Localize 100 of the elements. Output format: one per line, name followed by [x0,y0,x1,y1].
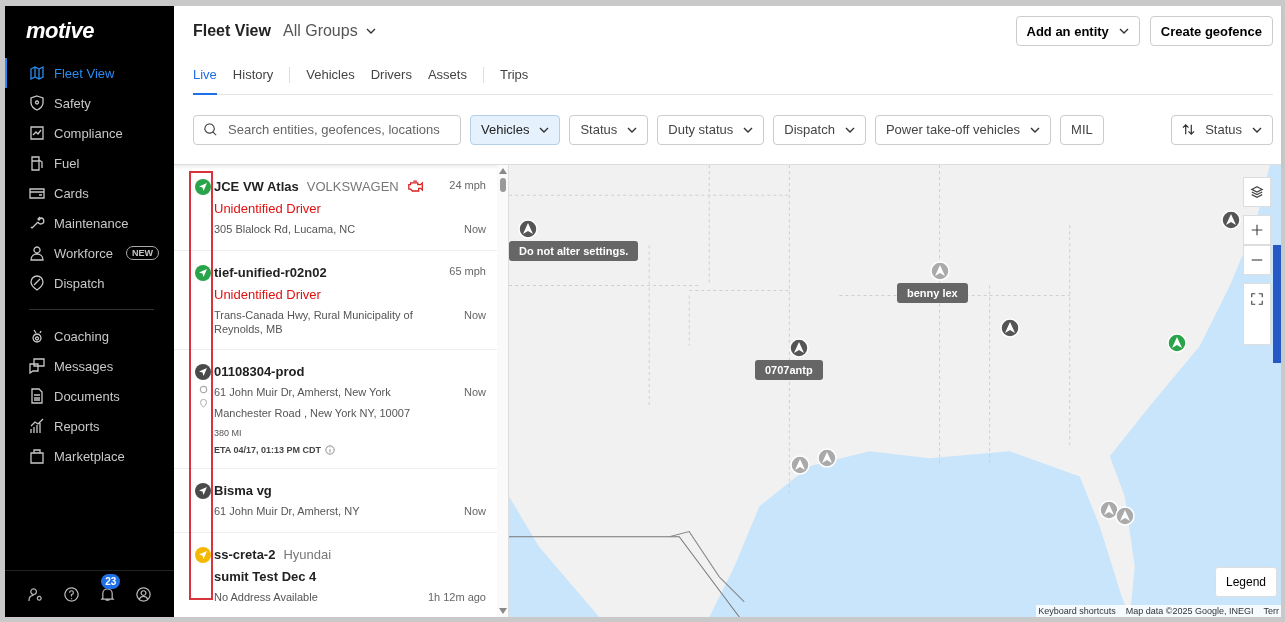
search-field[interactable]: Search entities, geofences, locations [193,114,461,145]
vehicle-name: JCE VW Atlas [214,179,299,194]
vehicle-name: 01108304-prod [214,364,305,380]
filter-dropdown[interactable]: Status [569,114,649,145]
fuel-pump-icon [29,155,45,171]
caret-icon [1118,28,1129,34]
scrollbar-thumb[interactable] [499,178,506,192]
sidebar-item[interactable]: Marketplace [5,441,174,471]
coaching-icon [29,328,45,344]
vehicle-marker[interactable] [930,261,950,281]
minus-icon [1251,259,1263,261]
vehicle-name: tief-unified-r02n02 [214,264,327,280]
caret-icon [1030,126,1041,133]
sidebar-item[interactable]: Maintenance [5,208,174,238]
vehicle-label: benny lex [897,283,968,303]
map-attribution[interactable]: Keyboard shortcuts [1038,606,1116,616]
vehicle-name: Bisma vg [214,482,272,498]
layers-icon [1251,186,1264,198]
last-update-time: Now [464,223,486,235]
last-update-time: Now [464,504,486,517]
scrollbar[interactable] [497,165,508,617]
driver-name: Unidentified Driver [214,201,322,216]
user-settings-icon[interactable] [27,586,43,602]
tab[interactable]: Trips [499,56,529,95]
vehicle-marker[interactable] [1115,506,1135,526]
sidebar-item[interactable]: Coaching [5,321,174,351]
pin-icon [198,399,208,409]
sidebar-item[interactable]: Fuel [5,148,174,178]
sidebar-item[interactable]: Dispatch [5,268,174,298]
fullscreen-button[interactable] [1243,283,1271,345]
speed: 65 mph [449,264,486,277]
caret-icon [743,126,754,133]
scroll-down-icon[interactable] [498,608,507,614]
scroll-up-icon[interactable] [498,168,507,174]
bag-icon [29,448,45,464]
sidebar-item[interactable]: Compliance [5,118,174,148]
bell-icon[interactable] [100,586,116,602]
person-icon [29,245,45,261]
tab[interactable]: History [232,56,274,95]
sidebar-item[interactable]: Messages [5,351,174,381]
messages-icon [29,358,45,374]
driver-name: Unidentified Driver [214,286,322,302]
layers-button[interactable] [1243,177,1271,207]
vehicle-marker[interactable] [789,338,809,358]
logo: motive [25,17,95,45]
plus-icon [1251,224,1263,236]
tab[interactable]: Drivers [370,56,412,95]
search-icon [203,122,218,137]
sidebar-item[interactable]: Cards [5,178,174,208]
distance: 380 MI [214,427,243,438]
filter-dropdown[interactable]: Dispatch [773,114,866,145]
filter-dropdown[interactable]: Vehicles [470,114,561,145]
vehicle-make: Hyundai [283,546,332,562]
group-selector[interactable]: All Groups [282,22,376,40]
filter-dropdown[interactable]: Power take-off vehicles [874,114,1052,145]
tab[interactable]: Assets [427,56,467,95]
page-title: Fleet View [193,22,271,40]
caret-icon [627,126,638,133]
caret-icon [844,126,855,133]
vehicle-marker[interactable] [1167,333,1187,353]
address: 61 John Muir Dr, Amherst, New York [214,386,391,400]
sidebar-item[interactable]: Workforce NEW [5,238,174,268]
sidebar-item[interactable]: Reports [5,411,174,441]
driver-name: sumit Test Dec 4 [214,568,318,584]
tab[interactable]: Live [193,56,217,95]
vehicle-marker[interactable] [1000,318,1020,338]
filter-dropdown[interactable]: MIL [1060,114,1104,145]
help-icon[interactable] [63,586,79,602]
add-entity-button[interactable]: Add an entity [1015,16,1140,46]
caret-icon [1252,126,1262,133]
sidebar-item[interactable]: Safety [5,88,174,118]
vehicle-marker[interactable] [1221,210,1241,230]
chart-icon [29,125,45,141]
last-update-time: Now [464,308,486,321]
map-attribution[interactable]: Map data ©2025 Google, INEGI [1125,606,1254,616]
shield-icon [29,95,45,111]
address: Trans-Canada Hwy, Rural Municipality of Reynolds, MB [214,308,414,337]
map-attribution[interactable]: Terr [1263,606,1279,616]
vehicle-marker[interactable] [518,219,538,239]
zoom-out-button[interactable] [1243,245,1271,275]
account-icon[interactable] [136,586,152,602]
sort-dropdown[interactable]: Status [1171,114,1273,145]
vehicle-marker[interactable] [817,448,837,468]
vehicle-marker[interactable] [790,455,810,475]
card-icon [29,185,45,201]
origin-icon [198,385,208,395]
last-update-time: Now [464,386,486,399]
wrench-icon [29,215,45,231]
vehicle-label: 0707antp [755,360,823,380]
vehicle-list-item[interactable]: ss-creta-2 Hyundai sumit Test Dec 4 No Address Available 1h 12m ago [174,532,497,617]
tab[interactable]: Vehicles [306,56,355,95]
last-update-time: 1h 12m ago [427,590,486,603]
info-icon [325,444,336,455]
eta: ETA 04/17, 01:13 PM CDT [214,444,322,455]
sidebar-item[interactable]: Documents [5,381,174,411]
legend-button[interactable]: Legend [1214,567,1277,597]
address: 61 John Muir Dr, Amherst, NY [214,504,360,519]
create-geofence-button[interactable]: Create geofence [1149,16,1273,46]
speed: 24 mph [449,179,486,191]
filter-dropdown[interactable]: Duty status [657,114,765,145]
